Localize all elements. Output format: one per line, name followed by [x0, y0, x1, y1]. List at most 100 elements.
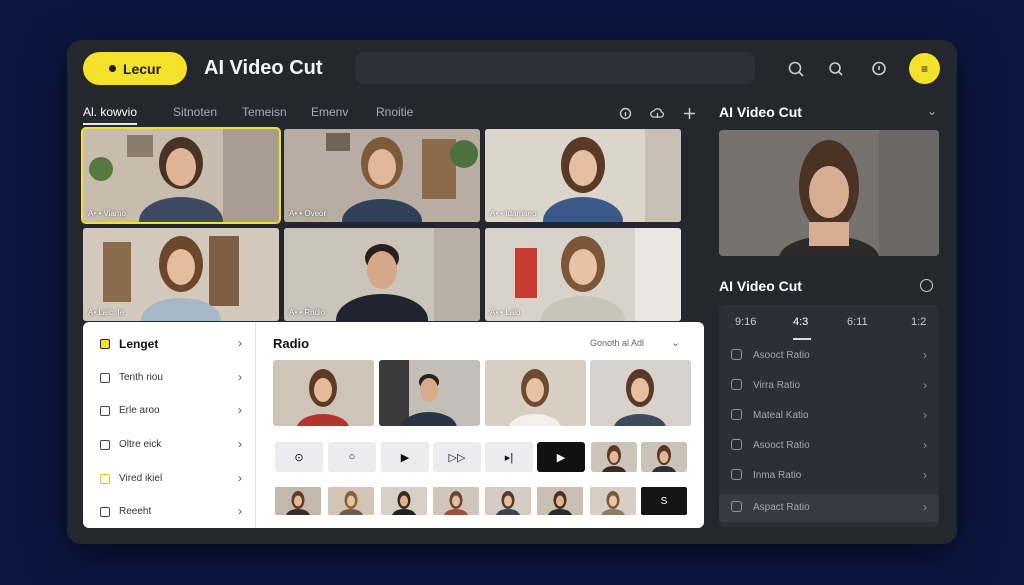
ratio-tab[interactable]: 1:2 — [911, 316, 926, 328]
sidebar-item-label: Lenget — [119, 337, 159, 351]
tile-label: A• • Lalo — [490, 308, 521, 317]
zoom-icon[interactable] — [825, 58, 847, 80]
record-button[interactable]: ⊙ — [275, 442, 323, 472]
editor-panel: Lenget › Tenth riou › Erle aroo › Oltre … — [83, 322, 704, 528]
play-button[interactable]: ▶ — [381, 442, 429, 472]
skip-end-button[interactable]: ▸| — [485, 442, 533, 472]
filmstrip-frame[interactable] — [537, 487, 583, 515]
clip-thumbnail[interactable] — [590, 360, 691, 426]
tab-ai-kowvio[interactable]: Al. kowvio — [83, 105, 137, 119]
ratio-tab[interactable]: 9:16 — [735, 316, 756, 328]
video-tile[interactable]: A• • Rndio — [284, 228, 480, 321]
info-icon[interactable] — [616, 104, 634, 122]
chevron-right-icon: › — [923, 438, 927, 452]
filmstrip-frame[interactable] — [381, 487, 427, 515]
filter-dropdown[interactable]: Gonoth al Adl — [590, 338, 644, 348]
filmstrip-frame[interactable] — [275, 487, 321, 515]
video-tile[interactable]: A• • Lalo — [485, 228, 681, 321]
chevron-right-icon: › — [923, 468, 927, 482]
chevron-right-icon: › — [238, 471, 242, 485]
checkbox-icon — [100, 339, 110, 349]
active-ratio-indicator — [793, 338, 811, 340]
brand-button[interactable]: Lecur — [83, 52, 187, 85]
editor-sidebar: Lenget › Tenth riou › Erle aroo › Oltre … — [83, 322, 256, 528]
sidebar-item[interactable]: Oltre eick › — [83, 431, 256, 461]
tab-emenv[interactable]: Emenv — [311, 105, 348, 119]
video-tile[interactable]: A• • Oveor — [284, 129, 480, 222]
chevron-right-icon: › — [923, 348, 927, 362]
sidebar-item-label: Reeeht — [119, 506, 152, 517]
video-tile[interactable]: A• Lalc, Ie — [83, 228, 279, 321]
app-window: Lecur AI Video Cut ≡ Al. kowvio Sitnoten… — [67, 40, 957, 544]
play-dark-button[interactable]: ▶ — [537, 442, 585, 472]
ratio-option[interactable]: Aspact Ratio › — [719, 494, 939, 522]
right-panel: AI Video Cut ⌄ AI Video Cut 9:16 4:3 6:1… — [719, 100, 941, 530]
option-label: Asooct Ratio — [753, 350, 810, 361]
chevron-down-icon[interactable]: ⌄ — [671, 336, 680, 349]
video-tile[interactable]: A• • Idamaeo — [485, 129, 681, 222]
app-title: AI Video Cut — [204, 57, 323, 79]
ratio-option[interactable]: Mateal Katio › — [719, 402, 939, 430]
filmstrip-frame[interactable] — [485, 487, 531, 515]
ratio-option[interactable]: Asooct Ratio › — [719, 342, 939, 370]
chevron-down-icon[interactable]: ⌄ — [927, 104, 937, 118]
checkbox-icon — [100, 406, 110, 416]
search-input[interactable] — [355, 52, 755, 84]
ratio-option[interactable]: Virra Ratio › — [719, 372, 939, 400]
profile-button[interactable]: ≡ — [909, 53, 940, 84]
tile-label: A• • Oveor — [289, 209, 327, 218]
sidebar-item[interactable]: Lenget › — [83, 330, 256, 360]
active-tab-indicator — [83, 123, 137, 125]
ratio-option[interactable]: Inma Ratio › — [719, 462, 939, 490]
chevron-right-icon: › — [923, 408, 927, 422]
option-icon — [731, 379, 742, 390]
preview-video[interactable] — [719, 130, 939, 256]
sidebar-item[interactable]: Tenth riou › — [83, 364, 256, 394]
ratio-box: 9:16 4:3 6:11 1:2 Asooct Ratio › Virra R… — [719, 305, 939, 527]
option-icon — [731, 349, 742, 360]
filmstrip-frame[interactable]: S — [641, 487, 687, 515]
chat-icon[interactable] — [868, 58, 890, 80]
tab-rnoitie[interactable]: Rnoitie — [376, 105, 413, 119]
sidebar-item-label: Tenth riou — [119, 372, 163, 383]
ratio-tabs: 9:16 4:3 6:11 1:2 — [719, 313, 939, 341]
tab-sitnoten[interactable]: Sitnoten — [173, 105, 217, 119]
tab-tools — [616, 104, 698, 122]
ratio-tab[interactable]: 4:3 — [793, 316, 808, 328]
option-icon — [731, 501, 742, 512]
search-icon[interactable] — [785, 58, 807, 80]
tile-label: A• Lalc, Ie — [88, 308, 125, 317]
ratio-option[interactable]: Asooct Ratio › — [719, 432, 939, 460]
cloud-upload-icon[interactable] — [648, 104, 666, 122]
sidebar-item[interactable]: Erle aroo › — [83, 397, 256, 427]
checkbox-icon — [100, 507, 110, 517]
video-tile[interactable]: A• • Viamo — [81, 127, 281, 224]
filmstrip-frame[interactable] — [590, 487, 636, 515]
sidebar-item[interactable]: Reeeht › — [83, 498, 256, 528]
radio-icon[interactable] — [920, 279, 933, 292]
clip-mini-thumbnail[interactable] — [591, 442, 637, 472]
option-icon — [731, 439, 742, 450]
add-icon[interactable] — [680, 104, 698, 122]
filmstrip-frame[interactable] — [433, 487, 479, 515]
checkbox-icon — [100, 373, 110, 383]
top-bar: Lecur AI Video Cut ≡ — [67, 40, 957, 100]
editor-title: Radio — [273, 336, 310, 351]
clip-thumbnail[interactable] — [485, 360, 586, 426]
chevron-right-icon: › — [238, 437, 242, 451]
panel-title: AI Video Cut — [719, 104, 802, 120]
tab-temeisn[interactable]: Temeisn — [242, 105, 287, 119]
filmstrip-frame[interactable] — [328, 487, 374, 515]
clip-mini-thumbnail[interactable] — [641, 442, 687, 472]
brand-label: Lecur — [122, 60, 162, 77]
sidebar-item[interactable]: Vired ikiel › — [83, 465, 256, 495]
chevron-right-icon: › — [238, 370, 242, 384]
fast-forward-button[interactable]: ▷▷ — [433, 442, 481, 472]
ratio-tab[interactable]: 6:11 — [847, 316, 868, 328]
clip-thumbnail[interactable] — [379, 360, 480, 426]
option-icon — [731, 409, 742, 420]
clip-thumbnail[interactable] — [273, 360, 374, 426]
sidebar-item-label: Oltre eick — [119, 439, 162, 450]
circle-button[interactable]: ○ — [328, 442, 376, 472]
tab-bar: Al. kowvio Sitnoten Temeisn Emenv Rnoiti… — [83, 102, 703, 125]
